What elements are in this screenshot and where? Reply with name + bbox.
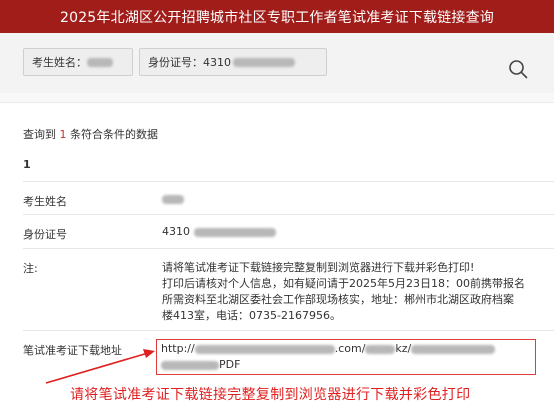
redacted-link-part <box>411 344 496 354</box>
download-link-line-2[interactable]: PDF <box>161 357 531 373</box>
redacted-id <box>233 57 295 67</box>
redacted-id-value <box>193 227 276 237</box>
redacted-link-part <box>194 344 335 354</box>
section-divider <box>0 93 554 103</box>
search-icon[interactable] <box>508 59 528 79</box>
result-suffix: 条符合条件的数据 <box>70 128 158 141</box>
result-summary: 查询到 1 条符合条件的数据 <box>23 126 158 142</box>
field-link-label: 笔试准考证下载地址 <box>23 344 122 357</box>
annotation-note: 请将笔试准考证下载链接完整复制到浏览器进行下载并彩色打印 <box>70 387 471 403</box>
link-start: http:// <box>161 342 195 355</box>
id-filter-prefix: 4310 <box>203 55 231 69</box>
id-filter-chip[interactable]: 身份证号： 4310 <box>139 48 327 76</box>
field-id-label: 身份证号 <box>23 228 67 241</box>
redacted-link-part <box>365 344 396 354</box>
id-filter-label: 身份证号： <box>148 56 203 69</box>
field-name-value <box>162 192 184 205</box>
field-id-prefix: 4310 <box>162 225 190 238</box>
download-link-line-1[interactable]: http:// .com/kz/ <box>161 341 531 357</box>
search-bar: 考生姓名： 身份证号： 4310 <box>0 33 554 93</box>
note-line: 打印后请核对个人信息，如有疑问请于2025年5月23日18：00前携带报名 <box>162 277 525 290</box>
result-count: 1 <box>59 128 67 141</box>
name-filter-label: 考生姓名： <box>32 56 87 69</box>
field-id-value: 4310 <box>162 225 276 238</box>
field-name-label: 考生姓名 <box>23 195 67 208</box>
download-link-box[interactable]: http:// .com/kz/ PDF <box>156 339 536 375</box>
note-line: 所需资料至北湖区委社会工作部现场核实，地址：郴州市北湖区政府档案 <box>162 293 514 306</box>
row-divider <box>23 248 554 249</box>
page-title-bar: 2025年北湖区公开招聘城市社区专职工作者笔试准考证下载链接查询 <box>0 0 554 33</box>
note-line: 请将笔试准考证下载链接完整复制到浏览器进行下载并彩色打印! <box>162 261 475 274</box>
link-mid: .com/ <box>334 342 366 355</box>
field-note-label: 注: <box>23 262 38 275</box>
row-divider <box>23 330 554 331</box>
record-index: 1 <box>23 158 31 171</box>
name-filter-chip[interactable]: 考生姓名： <box>23 48 133 76</box>
result-prefix: 查询到 <box>23 128 56 141</box>
row-divider <box>23 214 554 215</box>
redacted-link-part <box>161 360 219 370</box>
note-line: 楼413室，电话：0735-2167956。 <box>162 309 341 322</box>
redacted-name-value <box>162 194 184 204</box>
page-title: 2025年北湖区公开招聘城市社区专职工作者笔试准考证下载链接查询 <box>59 9 495 26</box>
link-kz: kz/ <box>395 342 412 355</box>
row-divider <box>23 181 554 182</box>
field-note-value: 请将笔试准考证下载链接完整复制到浏览器进行下载并彩色打印! 打印后请核对个人信息… <box>162 260 542 324</box>
link-end: PDF <box>219 358 241 371</box>
redacted-name <box>87 57 113 67</box>
